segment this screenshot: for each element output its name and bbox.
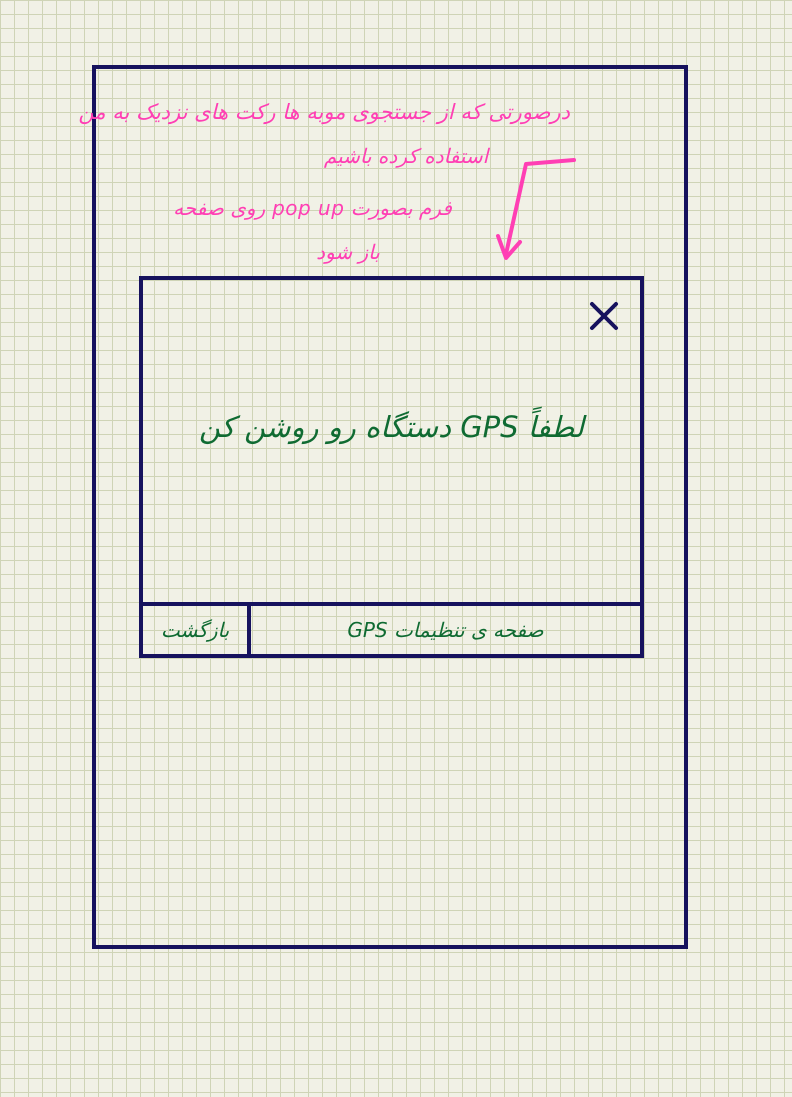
annotation-line-1: درصورتی که از جستجوی موبه ها رکت های نزد… xyxy=(78,100,570,124)
annotation-line-4: باز شود xyxy=(316,240,380,264)
annotation-arrow-icon xyxy=(496,158,576,260)
gps-settings-button[interactable]: صفحه ی تنظیمات GPS xyxy=(251,606,640,654)
annotation-line-3: فرم بصورت pop up روی صفحه xyxy=(173,196,452,220)
cancel-button[interactable]: بازگشت xyxy=(143,606,251,654)
popup-message: لطفاً GPS دستگاه رو روشن کن xyxy=(199,410,584,444)
gps-popup-dialog: لطفاً GPS دستگاه رو روشن کن بازگشت صفحه … xyxy=(139,276,644,658)
close-icon xyxy=(590,302,618,330)
annotation-line-2: استفاده کرده باشیم xyxy=(323,144,489,168)
cancel-button-label: بازگشت xyxy=(160,618,230,642)
close-button[interactable] xyxy=(586,298,622,334)
popup-actions: بازگشت صفحه ی تنظیمات GPS xyxy=(143,602,640,654)
gps-settings-button-label: صفحه ی تنظیمات GPS xyxy=(347,618,544,642)
